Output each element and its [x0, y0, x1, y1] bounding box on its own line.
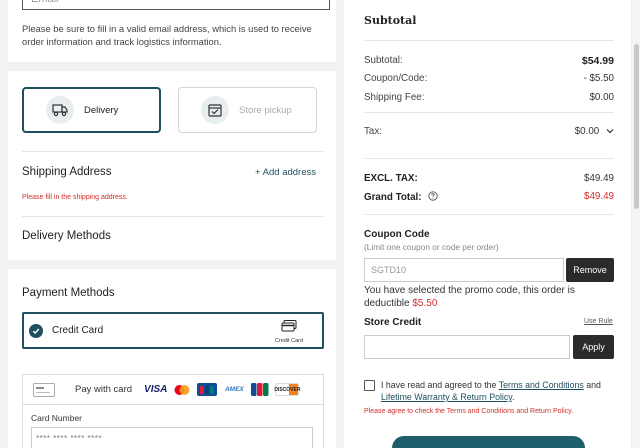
- check-circle-icon: [29, 323, 43, 338]
- shipping-address-error: Please fill in the shipping address.: [22, 194, 128, 201]
- promo-message-text: You have selected the promo code, this o…: [364, 285, 575, 309]
- promo-amount: $5.50: [412, 298, 438, 309]
- scrollbar-thumb[interactable]: [634, 44, 639, 209]
- shipping-fee-row: Shipping Fee: $0.00: [364, 92, 614, 103]
- excl-tax-row: EXCL. TAX: $49.49: [364, 173, 614, 184]
- email-section: Email Please be sure to fill in a valid …: [8, 0, 336, 62]
- grand-total-label-wrap: Grand Total:: [364, 191, 438, 203]
- tax-row[interactable]: Tax: $0.00: [364, 126, 614, 137]
- tax-value[interactable]: $0.00: [575, 126, 614, 137]
- coupon-code-title: Coupon Code: [364, 229, 430, 240]
- terms-error: Please agree to check the Terms and Cond…: [364, 408, 574, 415]
- shipping-address-title: Shipping Address: [22, 166, 112, 178]
- coupon-row: Coupon/Code: - $5.50: [364, 73, 614, 84]
- delivery-methods-title: Delivery Methods: [22, 230, 111, 242]
- divider: [22, 216, 324, 217]
- payment-section: Payment Methods Credit Card Credit Card …: [8, 269, 336, 448]
- shipping-fee-label: Shipping Fee:: [364, 92, 425, 103]
- excl-tax-label: EXCL. TAX:: [364, 173, 418, 184]
- discover-icon: DISCOVER: [274, 383, 300, 396]
- warranty-return-link[interactable]: Lifetime Warranty & Return Policy: [381, 392, 512, 402]
- add-address-link[interactable]: + Add address: [255, 167, 316, 178]
- agree-and: and: [586, 380, 601, 390]
- place-order-button[interactable]: [392, 436, 585, 448]
- coupon-code-subtitle: (Limit one coupon or code per order): [364, 242, 499, 252]
- terms-agreement-text: I have read and agreed to the Terms and …: [381, 379, 621, 403]
- card-number-label: Card Number: [31, 413, 83, 423]
- coupon-code-value: - $5.50: [583, 73, 614, 84]
- divider: [364, 40, 614, 41]
- mastercard-icon: [173, 383, 191, 396]
- help-circle-icon[interactable]: [428, 191, 438, 201]
- agree-prefix: I have read and agreed to the: [381, 380, 497, 390]
- apply-credit-button[interactable]: Apply: [573, 335, 614, 359]
- divider: [364, 158, 614, 159]
- grand-total-label: Grand Total:: [364, 192, 422, 203]
- chevron-down-icon: [606, 129, 614, 134]
- credit-card-label: Credit Card: [52, 325, 104, 336]
- subtotal-row: Subtotal: $54.99: [364, 55, 614, 67]
- coupon-code-input[interactable]: SGTD10: [364, 258, 564, 282]
- divider: [364, 214, 614, 215]
- email-input[interactable]: Email: [22, 0, 330, 10]
- jcb-blue-icon: [197, 383, 218, 396]
- pickup-label: Store pickup: [239, 104, 292, 116]
- store-credit-title: Store Credit: [364, 317, 422, 328]
- divider: [364, 112, 614, 113]
- grand-total-row: Grand Total: $49.49: [364, 191, 614, 203]
- shipping-section: Delivery Store pickup Shipping Address +…: [8, 71, 336, 260]
- truck-icon: [46, 96, 74, 124]
- payment-methods-title: Payment Methods: [22, 287, 115, 299]
- agree-suffix: .: [512, 392, 515, 402]
- subtotal-label: Subtotal:: [364, 55, 403, 66]
- remove-coupon-button[interactable]: Remove: [566, 258, 614, 282]
- credit-card-badge-label: Credit Card: [274, 338, 304, 344]
- card-form: Pay with card VISA AMEX DISCOVER Card Nu…: [22, 374, 324, 448]
- promo-message: You have selected the promo code, this o…: [364, 284, 614, 310]
- order-summary: Subtotal Subtotal: $54.99 Coupon/Code: -…: [344, 0, 631, 448]
- divider: [22, 151, 324, 152]
- terms-link[interactable]: Terms and Conditions: [499, 380, 584, 390]
- credit-card-option[interactable]: Credit Card Credit Card: [22, 312, 324, 349]
- credit-card-icon: [281, 320, 297, 332]
- tax-value-text: $0.00: [574, 126, 600, 137]
- pay-with-card-label: Pay with card: [75, 384, 133, 395]
- store-pickup-icon: [201, 96, 229, 124]
- delivery-option[interactable]: Delivery: [22, 87, 161, 133]
- delivery-label: Delivery: [84, 104, 119, 116]
- grand-total-value: $49.49: [584, 191, 614, 202]
- pay-with-card-row: Pay with card VISA AMEX DISCOVER: [23, 375, 323, 405]
- visa-icon: VISA: [144, 384, 168, 395]
- tax-label: Tax:: [364, 126, 382, 137]
- store-pickup-option[interactable]: Store pickup: [178, 87, 317, 133]
- terms-checkbox[interactable]: [364, 380, 375, 391]
- store-credit-input[interactable]: [364, 335, 570, 359]
- summary-heading: Subtotal: [364, 14, 417, 27]
- use-rule-link[interactable]: Use Rule: [584, 318, 613, 325]
- card-number-input[interactable]: **** **** **** ****: [31, 427, 313, 448]
- credit-card-badge: Credit Card: [272, 319, 306, 344]
- subtotal-value: $54.99: [581, 55, 614, 67]
- excl-tax-value: $49.49: [584, 173, 614, 184]
- coupon-code-label: Coupon/Code:: [364, 73, 428, 84]
- jcb-icon: [251, 383, 269, 396]
- generic-card-icon: [33, 382, 55, 397]
- amex-icon: AMEX: [224, 386, 244, 393]
- email-hint: Please be sure to fill in a valid email …: [22, 23, 312, 47]
- shipping-fee-value: $0.00: [589, 92, 614, 103]
